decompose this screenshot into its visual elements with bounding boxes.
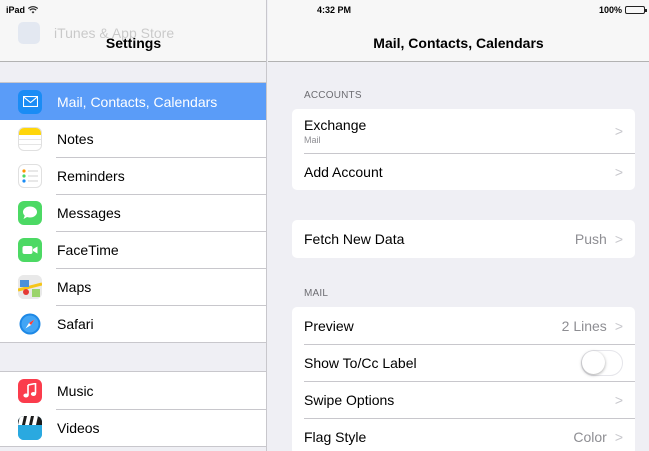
sidebar-item-messages[interactable]: Messages: [0, 194, 266, 231]
fetch-new-data-row[interactable]: Fetch New Data Push >: [292, 220, 635, 258]
facetime-icon: [18, 237, 42, 262]
detail-title: Mail, Contacts, Calendars: [373, 35, 544, 51]
sidebar-item-label: Music: [57, 382, 94, 399]
maps-icon: [18, 274, 42, 299]
fetch-card: Fetch New Data Push >: [292, 220, 635, 258]
add-account-label: Add Account: [304, 163, 383, 180]
sidebar-item-label: Messages: [57, 204, 121, 221]
settings-group-media: Music Videos: [0, 371, 266, 447]
flag-style-row[interactable]: Flag Style Color >: [292, 418, 635, 451]
sidebar-item-label: Videos: [57, 419, 100, 436]
sidebar-item-label: FaceTime: [57, 241, 119, 258]
fetch-new-data-label: Fetch New Data: [304, 231, 405, 247]
sidebar-item-label: Mail, Contacts, Calendars: [57, 93, 218, 110]
status-time: 4:32 PM: [317, 5, 352, 15]
preview-row[interactable]: Preview 2 Lines >: [292, 307, 635, 344]
reminders-icon: [18, 163, 42, 188]
status-right: 100%: [598, 5, 647, 15]
sidebar-item-mail[interactable]: Mail, Contacts, Calendars: [0, 83, 266, 120]
sidebar-item-maps[interactable]: Maps: [0, 268, 266, 305]
fetch-new-data-value: Push: [574, 231, 607, 247]
settings-sidebar: iTunes & App Store Settings Mail, Contac…: [0, 0, 267, 451]
sidebar-item-safari[interactable]: Safari: [0, 305, 266, 342]
accounts-section-header: ACCOUNTS: [304, 90, 362, 101]
preview-value: 2 Lines: [561, 317, 607, 334]
device-label: iPad: [6, 5, 26, 15]
settings-group-apps: Mail, Contacts, Calendars Notes Reminder…: [0, 82, 266, 343]
sidebar-item-notes[interactable]: Notes: [0, 120, 266, 157]
exchange-sublabel: Mail: [304, 135, 321, 145]
wifi-icon: [28, 6, 39, 14]
sidebar-item-music[interactable]: Music: [0, 372, 266, 409]
battery-percent: 100%: [598, 5, 622, 15]
show-tocc-toggle[interactable]: [581, 349, 623, 376]
detail-pane: Mail, Contacts, Calendars ACCOUNTS Excha…: [268, 0, 649, 451]
sidebar-item-label: Notes: [57, 130, 94, 147]
sidebar-title: Settings: [105, 35, 162, 51]
notes-icon: [18, 126, 42, 151]
chevron-right-icon: >: [614, 231, 623, 247]
status-bar: iPad 4:32 PM 100%: [0, 0, 649, 22]
chevron-right-icon: >: [614, 317, 623, 334]
mail-icon: [18, 89, 42, 114]
exchange-account-row[interactable]: Exchange Mail >: [292, 109, 635, 153]
sidebar-item-videos[interactable]: Videos: [0, 409, 266, 446]
chevron-right-icon: >: [614, 123, 623, 139]
preview-label: Preview: [304, 317, 354, 334]
swipe-options-row[interactable]: Swipe Options >: [292, 381, 635, 418]
show-tocc-row: Show To/Cc Label: [292, 344, 635, 381]
sidebar-item-label: Maps: [57, 278, 92, 295]
exchange-label: Exchange: [304, 117, 367, 133]
battery-icon: [625, 6, 647, 14]
music-icon: [18, 378, 42, 403]
safari-icon: [18, 311, 42, 336]
sidebar-item-label: Reminders: [57, 167, 125, 184]
add-account-row[interactable]: Add Account >: [292, 153, 635, 190]
chevron-right-icon: >: [614, 428, 623, 445]
chevron-right-icon: >: [614, 391, 623, 408]
mail-card: Preview 2 Lines > Show To/Cc Label Swipe…: [292, 307, 635, 451]
sidebar-item-label: Safari: [57, 315, 94, 332]
show-tocc-label: Show To/Cc Label: [304, 354, 417, 371]
sidebar-item-reminders[interactable]: Reminders: [0, 157, 266, 194]
swipe-options-label: Swipe Options: [304, 391, 395, 408]
flag-style-value: Color: [573, 428, 607, 445]
chevron-right-icon: >: [614, 163, 623, 180]
accounts-card: Exchange Mail > Add Account >: [292, 109, 635, 190]
sidebar-item-facetime[interactable]: FaceTime: [0, 231, 266, 268]
mail-section-header: MAIL: [304, 288, 329, 299]
status-left: iPad: [6, 5, 39, 15]
messages-icon: [18, 200, 42, 225]
flag-style-label: Flag Style: [304, 428, 367, 445]
videos-icon: [18, 415, 42, 440]
